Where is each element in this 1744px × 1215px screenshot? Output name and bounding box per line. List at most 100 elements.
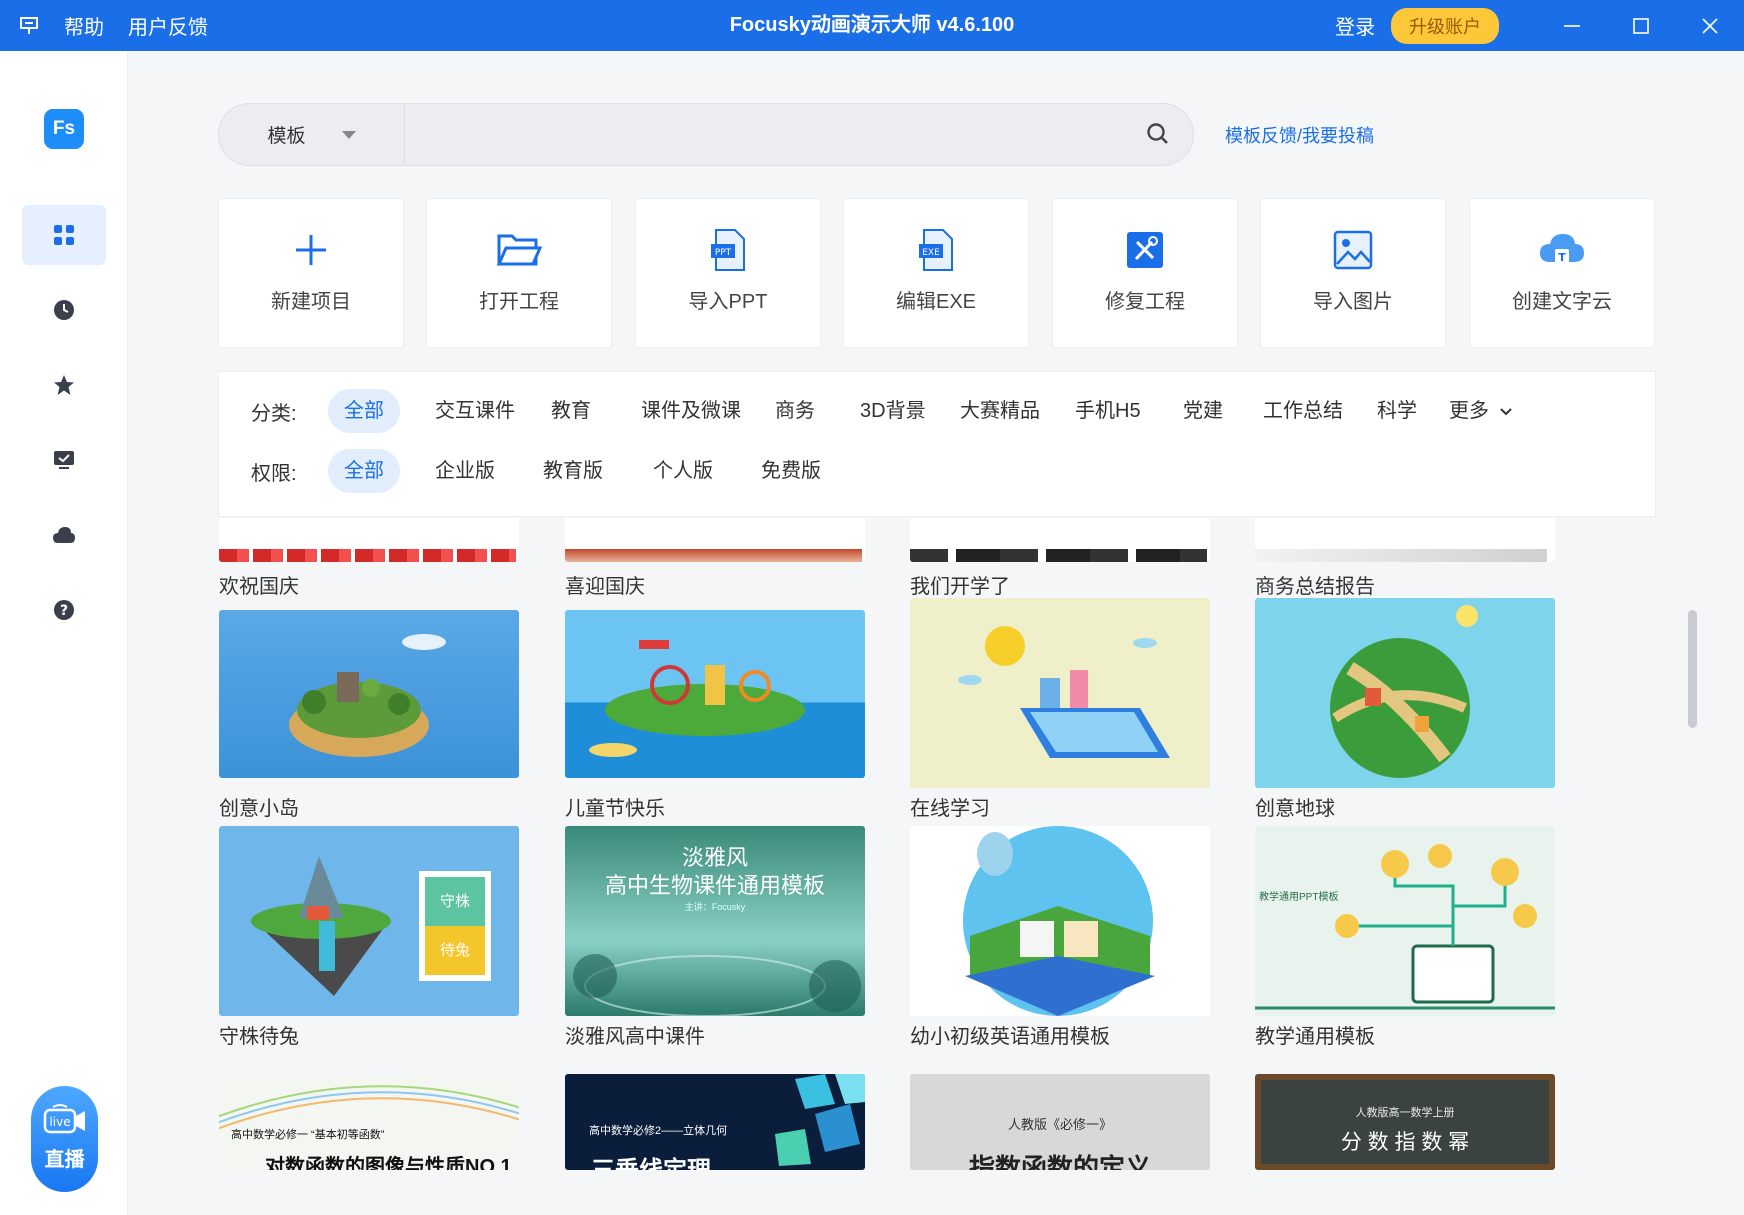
- live-stream-button[interactable]: live 直播: [31, 1086, 98, 1192]
- repair-tools-icon: [1127, 232, 1163, 268]
- template-title: 幼小初级英语通用模板: [910, 1026, 1110, 1048]
- template-thumbnail: 高中数学必修一 “基本初等函数” 对数函数的图像与性质NO.1: [219, 1074, 519, 1170]
- template-thumbnail: 淡雅风 高中生物课件通用模板 主讲：Focusky: [565, 826, 865, 1016]
- edit-exe-button[interactable]: EXE 编辑EXE: [843, 198, 1029, 348]
- search-input[interactable]: [409, 112, 1129, 156]
- import-ppt-button[interactable]: PPT 导入PPT: [635, 198, 821, 348]
- template-thumbnail: [910, 826, 1210, 1016]
- template-title: 喜迎国庆: [565, 576, 645, 598]
- sidebar-item-cloud[interactable]: [22, 505, 106, 565]
- category-education[interactable]: 教育: [535, 389, 607, 433]
- search-bar: 模板: [218, 103, 1194, 166]
- template-card[interactable]: 商务总结报告: [1255, 518, 1555, 598]
- cloud-text-icon: T: [1540, 234, 1584, 265]
- search-type-dropdown[interactable]: 模板: [219, 104, 405, 165]
- category-competition[interactable]: 大赛精品: [944, 389, 1056, 433]
- template-card[interactable]: 创意地球: [1255, 598, 1555, 820]
- plus-icon: [296, 235, 326, 265]
- repair-project-label: 修复工程: [1105, 291, 1185, 313]
- chalkboard: 人教版高一数学上册 分 数 指 数 幂: [1261, 1080, 1549, 1164]
- category-3d-background[interactable]: 3D背景: [844, 389, 942, 433]
- help-menu[interactable]: 帮助: [64, 11, 104, 40]
- category-all[interactable]: 全部: [328, 389, 400, 433]
- search-icon: [1147, 123, 1168, 144]
- create-word-cloud-button[interactable]: T 创建文字云: [1469, 198, 1655, 348]
- category-science[interactable]: 科学: [1361, 389, 1433, 433]
- image-icon: [1333, 230, 1373, 270]
- tree-diagram: [1255, 844, 1555, 1010]
- category-mobile-h5[interactable]: 手机H5: [1059, 389, 1157, 433]
- template-card[interactable]: 儿童节快乐: [565, 606, 865, 820]
- svg-text:EXE: EXE: [922, 248, 940, 258]
- permission-all[interactable]: 全部: [328, 449, 400, 493]
- template-card[interactable]: 喜迎国庆: [565, 518, 865, 598]
- minimize-icon: [1563, 24, 1580, 27]
- template-thumbnail: 教学通用PPT模板: [1255, 826, 1555, 1016]
- permission-enterprise[interactable]: 企业版: [419, 449, 511, 493]
- thumb-subheading: 三垂线定理: [591, 1150, 711, 1170]
- thumb-heading: 高中数学必修2——立体几何: [589, 1125, 728, 1137]
- help-circle-icon: ?: [54, 600, 74, 620]
- import-image-button[interactable]: 导入图片: [1260, 198, 1446, 348]
- template-title: 创意地球: [1255, 798, 1335, 820]
- category-work-summary[interactable]: 工作总结: [1247, 389, 1359, 433]
- permission-education[interactable]: 教育版: [527, 449, 619, 493]
- close-button[interactable]: [1675, 0, 1744, 51]
- template-card[interactable]: 人教版《必修一》 指数函数的定义: [910, 1074, 1210, 1171]
- import-image-label: 导入图片: [1313, 291, 1393, 313]
- template-card[interactable]: 我们开学了: [910, 518, 1210, 598]
- category-party[interactable]: 党建: [1167, 389, 1239, 433]
- thumb-heading: 人教版《必修一》: [1007, 1117, 1112, 1132]
- presentation-board-icon[interactable]: [18, 15, 40, 37]
- template-thumbnail: [219, 518, 519, 562]
- open-project-button[interactable]: 打开工程: [426, 198, 612, 348]
- sidebar-item-recent[interactable]: [22, 280, 106, 340]
- edit-exe-label: 编辑EXE: [895, 291, 977, 313]
- login-button[interactable]: 登录: [1335, 11, 1375, 40]
- cell-decoration: [573, 954, 861, 1016]
- thumb-heading: 高中数学必修一 “基本初等函数”: [231, 1129, 385, 1141]
- island-illustration: [289, 634, 446, 757]
- sidebar-item-favorites[interactable]: [22, 355, 106, 415]
- search-button[interactable]: [1145, 121, 1173, 149]
- template-thumbnail: 高中数学必修2——立体几何 三垂线定理: [565, 1074, 865, 1170]
- category-label: 分类:: [251, 402, 297, 425]
- permission-free[interactable]: 免费版: [745, 449, 837, 493]
- category-more[interactable]: 更多: [1433, 389, 1529, 433]
- category-courseware-micro[interactable]: 课件及微课: [625, 389, 757, 433]
- sidebar-item-templates[interactable]: [22, 205, 106, 265]
- minimize-button[interactable]: [1537, 0, 1606, 51]
- template-card[interactable]: 淡雅风 高中生物课件通用模板 主讲：Focusky 淡雅风高中课件: [565, 826, 865, 1048]
- upgrade-account-button[interactable]: 升级账户: [1391, 7, 1499, 44]
- template-feedback-link[interactable]: 模板反馈/我要投稿: [1225, 122, 1374, 148]
- template-card[interactable]: 高中数学必修2——立体几何 三垂线定理: [565, 1074, 865, 1171]
- caret-down-icon: [341, 130, 356, 139]
- thumb-heading: 人教版高一数学上册: [1355, 1107, 1455, 1119]
- svg-text:?: ?: [60, 603, 68, 619]
- template-card[interactable]: 欢祝国庆: [219, 518, 519, 598]
- template-card[interactable]: 高中数学必修一 “基本初等函数” 对数函数的图像与性质NO.1: [219, 1074, 519, 1171]
- grid-scrollbar[interactable]: [1688, 610, 1697, 728]
- user-feedback-menu[interactable]: 用户反馈: [128, 11, 208, 40]
- import-ppt-label: 导入PPT: [688, 291, 768, 313]
- repair-project-button[interactable]: 修复工程: [1052, 198, 1238, 348]
- sidebar-item-help[interactable]: ?: [22, 580, 106, 640]
- grid-bottom-edge: [128, 1171, 1744, 1215]
- new-project-button[interactable]: 新建项目: [218, 198, 404, 348]
- template-card[interactable]: 在线学习: [910, 598, 1210, 820]
- template-card[interactable]: 教学通用PPT模板 教学通用模板: [1255, 826, 1555, 1048]
- category-business[interactable]: 商务: [759, 389, 831, 433]
- template-thumbnail: 人教版《必修一》 指数函数的定义: [910, 1074, 1210, 1170]
- maximize-button[interactable]: [1606, 0, 1675, 51]
- svg-text:T: T: [1558, 251, 1566, 264]
- template-thumbnail: [910, 518, 1210, 562]
- sidebar-item-my-works[interactable]: [22, 430, 106, 490]
- template-card[interactable]: 创意小岛: [219, 606, 519, 820]
- category-interactive-courseware[interactable]: 交互课件: [419, 389, 531, 433]
- template-card[interactable]: 幼小初级英语通用模板: [910, 826, 1210, 1048]
- exe-file-icon: EXE: [919, 229, 953, 271]
- permission-personal[interactable]: 个人版: [637, 449, 729, 493]
- template-card[interactable]: 守株 待兔 守株待兔: [219, 826, 519, 1048]
- template-card[interactable]: 人教版高一数学上册 分 数 指 数 幂: [1255, 1074, 1555, 1171]
- open-project-label: 打开工程: [479, 291, 559, 313]
